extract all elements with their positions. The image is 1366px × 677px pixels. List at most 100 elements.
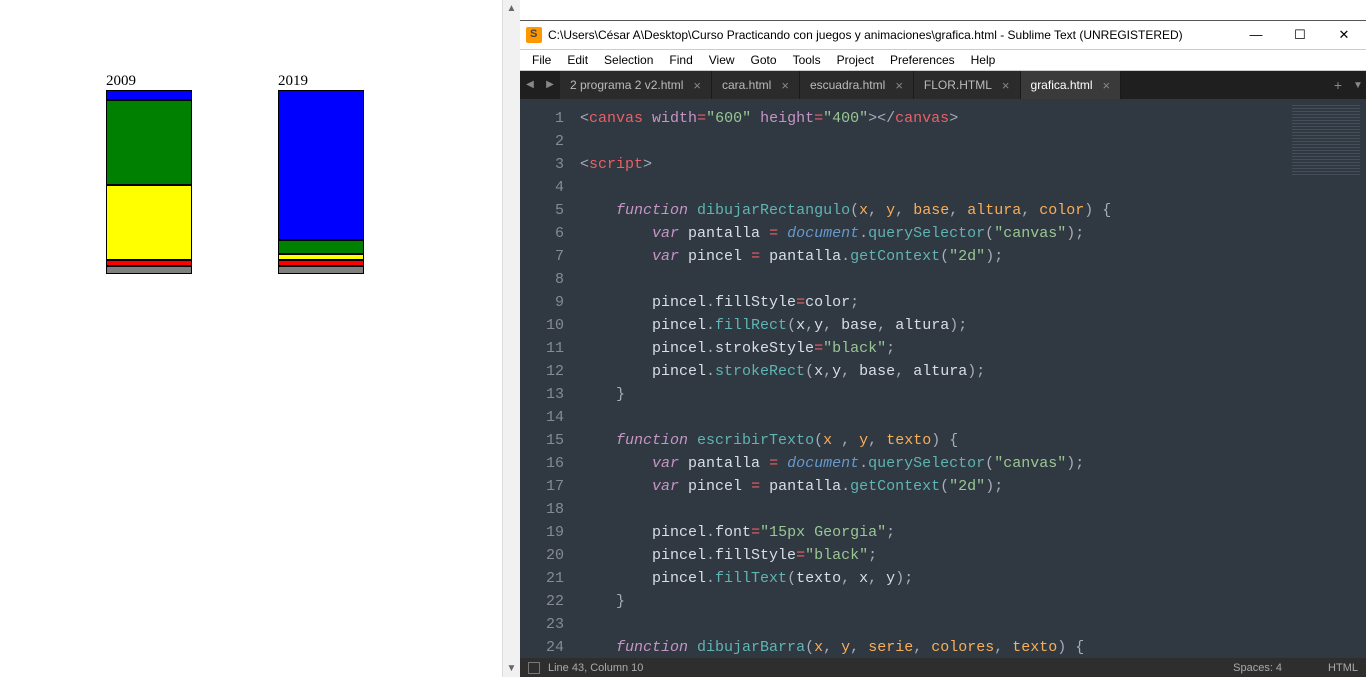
line-number[interactable]: 17: [520, 475, 564, 498]
line-number[interactable]: 19: [520, 521, 564, 544]
menu-view[interactable]: View: [701, 50, 743, 70]
code-line[interactable]: }: [580, 590, 1286, 613]
tab-nav-right-icon[interactable]: ▶: [540, 71, 560, 99]
editor-area[interactable]: 123456789101112131415161718192021222324 …: [520, 99, 1366, 658]
line-number[interactable]: 20: [520, 544, 564, 567]
line-number[interactable]: 5: [520, 199, 564, 222]
line-number[interactable]: 16: [520, 452, 564, 475]
code-line[interactable]: var pantalla = document.querySelector("c…: [580, 452, 1286, 475]
menu-tools[interactable]: Tools: [785, 50, 829, 70]
code-line[interactable]: [580, 613, 1286, 636]
line-number[interactable]: 12: [520, 360, 564, 383]
tab-close-icon[interactable]: ×: [1103, 78, 1111, 93]
scroll-up-icon[interactable]: ▲: [503, 0, 520, 17]
code-line[interactable]: [580, 498, 1286, 521]
line-number[interactable]: 6: [520, 222, 564, 245]
code-line[interactable]: pincel.strokeStyle="black";: [580, 337, 1286, 360]
line-number[interactable]: 3: [520, 153, 564, 176]
tab-label: grafica.html: [1031, 78, 1093, 92]
browser-viewport: 20092019 ▲ ▼: [0, 0, 520, 677]
code-line[interactable]: pincel.strokeRect(x,y, base, altura);: [580, 360, 1286, 383]
maximize-button[interactable]: ☐: [1278, 21, 1322, 49]
close-button[interactable]: ✕: [1322, 21, 1366, 49]
line-number[interactable]: 23: [520, 613, 564, 636]
bar-segment: [278, 240, 364, 254]
line-number[interactable]: 22: [520, 590, 564, 613]
line-number[interactable]: 7: [520, 245, 564, 268]
code-line[interactable]: pincel.fillStyle="black";: [580, 544, 1286, 567]
line-number[interactable]: 8: [520, 268, 564, 291]
line-number[interactable]: 1: [520, 107, 564, 130]
new-tab-button[interactable]: +: [1326, 77, 1350, 93]
code-line[interactable]: [580, 176, 1286, 199]
code-line[interactable]: <script>: [580, 153, 1286, 176]
scroll-down-icon[interactable]: ▼: [503, 660, 520, 677]
line-number[interactable]: 2: [520, 130, 564, 153]
menu-help[interactable]: Help: [963, 50, 1004, 70]
tab-close-icon[interactable]: ×: [895, 78, 903, 93]
titlebar[interactable]: C:\Users\César A\Desktop\Curso Practican…: [520, 21, 1366, 50]
menu-find[interactable]: Find: [661, 50, 700, 70]
menu-edit[interactable]: Edit: [559, 50, 596, 70]
status-spaces[interactable]: Spaces: 4: [1233, 662, 1282, 674]
menu-bar: FileEditSelectionFindViewGotoToolsProjec…: [520, 50, 1366, 71]
app-icon: [526, 27, 542, 43]
line-gutter[interactable]: 123456789101112131415161718192021222324: [520, 99, 572, 658]
code-line[interactable]: pincel.font="15px Georgia";: [580, 521, 1286, 544]
tab-bar: ◀ ▶ 2 programa 2 v2.html×cara.html×escua…: [520, 71, 1366, 99]
line-number[interactable]: 9: [520, 291, 564, 314]
line-number[interactable]: 18: [520, 498, 564, 521]
tab-nav-left-icon[interactable]: ◀: [520, 71, 540, 99]
line-number[interactable]: 14: [520, 406, 564, 429]
tab-close-icon[interactable]: ×: [781, 78, 789, 93]
code-line[interactable]: pincel.fillText(texto, x, y);: [580, 567, 1286, 590]
tab-2-programa-2-v2-html[interactable]: 2 programa 2 v2.html×: [560, 71, 712, 99]
status-position[interactable]: Line 43, Column 10: [548, 662, 643, 674]
status-lang[interactable]: HTML: [1328, 662, 1358, 674]
minimize-button[interactable]: ―: [1234, 21, 1278, 49]
minimap[interactable]: [1286, 99, 1366, 658]
menu-selection[interactable]: Selection: [596, 50, 661, 70]
line-number[interactable]: 13: [520, 383, 564, 406]
code-line[interactable]: [580, 406, 1286, 429]
menu-preferences[interactable]: Preferences: [882, 50, 963, 70]
menu-file[interactable]: File: [524, 50, 559, 70]
line-number[interactable]: 24: [520, 636, 564, 658]
line-number[interactable]: 10: [520, 314, 564, 337]
status-bar: Line 43, Column 10 Spaces: 4 HTML: [520, 658, 1366, 677]
code-line[interactable]: }: [580, 383, 1286, 406]
code-line[interactable]: pincel.fillStyle=color;: [580, 291, 1286, 314]
status-checkbox[interactable]: [528, 662, 540, 674]
code-line[interactable]: [580, 268, 1286, 291]
code-editor[interactable]: <canvas width="600" height="400"></canva…: [572, 99, 1286, 658]
tab-cara-html[interactable]: cara.html ×: [712, 71, 800, 99]
code-line[interactable]: function escribirTexto(x , y, texto) {: [580, 429, 1286, 452]
code-line[interactable]: var pincel = pantalla.getContext("2d");: [580, 475, 1286, 498]
tab-close-icon[interactable]: ×: [1002, 78, 1010, 93]
tab-flor-html[interactable]: FLOR.HTML ×: [914, 71, 1021, 99]
tab-dropdown-icon[interactable]: ▼: [1350, 80, 1366, 91]
tab-close-icon[interactable]: ×: [693, 78, 701, 93]
line-number[interactable]: 11: [520, 337, 564, 360]
code-line[interactable]: [580, 130, 1286, 153]
line-number[interactable]: 21: [520, 567, 564, 590]
tab-escuadra-html[interactable]: escuadra.html×: [800, 71, 914, 99]
menu-goto[interactable]: Goto: [743, 50, 785, 70]
code-line[interactable]: <canvas width="600" height="400"></canva…: [580, 107, 1286, 130]
line-number[interactable]: 15: [520, 429, 564, 452]
code-line[interactable]: var pincel = pantalla.getContext("2d");: [580, 245, 1286, 268]
window-title: C:\Users\César A\Desktop\Curso Practican…: [548, 28, 1234, 42]
code-line[interactable]: var pantalla = document.querySelector("c…: [580, 222, 1286, 245]
sublime-window: C:\Users\César A\Desktop\Curso Practican…: [520, 20, 1366, 677]
code-line[interactable]: function dibujarBarra(x, y, serie, color…: [580, 636, 1286, 658]
bar-segment: [106, 100, 192, 185]
code-line[interactable]: pincel.fillRect(x,y, base, altura);: [580, 314, 1286, 337]
menu-project[interactable]: Project: [829, 50, 882, 70]
canvas-output: 20092019: [20, 20, 500, 420]
tab-grafica-html[interactable]: grafica.html ×: [1021, 71, 1122, 99]
tab-label: cara.html: [722, 78, 771, 92]
code-line[interactable]: function dibujarRectangulo(x, y, base, a…: [580, 199, 1286, 222]
tab-label: FLOR.HTML: [924, 78, 992, 92]
browser-scrollbar[interactable]: ▲ ▼: [502, 0, 520, 677]
line-number[interactable]: 4: [520, 176, 564, 199]
